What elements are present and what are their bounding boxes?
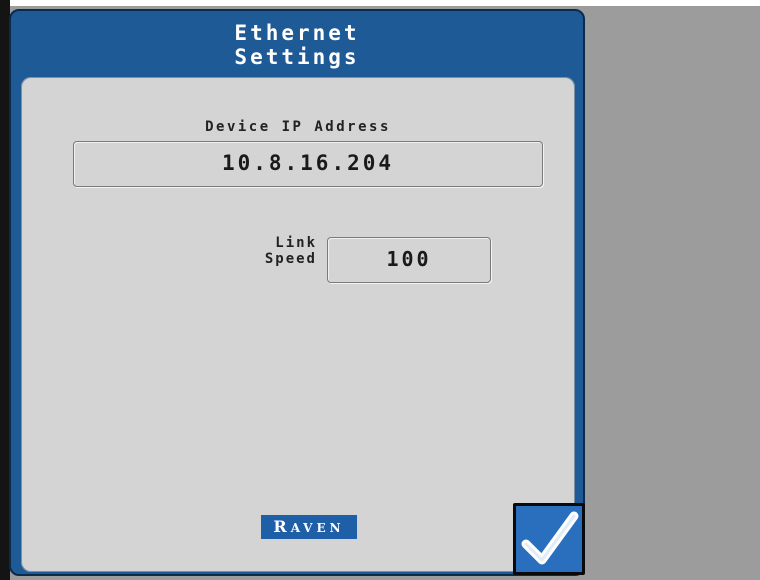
link-speed-label-line1: Link <box>275 235 317 251</box>
settings-panel: Device IP Address 10.8.16.204 Link Speed… <box>21 77 585 575</box>
window-title-line2: Settings <box>234 45 360 69</box>
link-speed-label: Link Speed <box>233 235 317 267</box>
checkmark-icon <box>521 511 579 565</box>
window-title: Ethernet Settings <box>11 21 583 69</box>
ethernet-settings-window: Ethernet Settings Device IP Address 10.8… <box>9 9 585 576</box>
device-ip-label: Device IP Address <box>205 119 391 135</box>
link-speed-label-line2: Speed <box>264 251 317 267</box>
terminal-screen: Ethernet Settings Device IP Address 10.8… <box>0 0 760 580</box>
raven-logo: RAVEN <box>261 515 357 539</box>
device-ip-field[interactable]: 10.8.16.204 <box>73 141 543 187</box>
top-border <box>0 0 760 6</box>
confirm-button[interactable] <box>513 503 585 575</box>
window-title-line1: Ethernet <box>234 21 360 45</box>
link-speed-field[interactable]: 100 <box>327 237 491 283</box>
raven-logo-rest: AVEN <box>290 521 345 535</box>
raven-logo-initial: R <box>273 517 291 536</box>
